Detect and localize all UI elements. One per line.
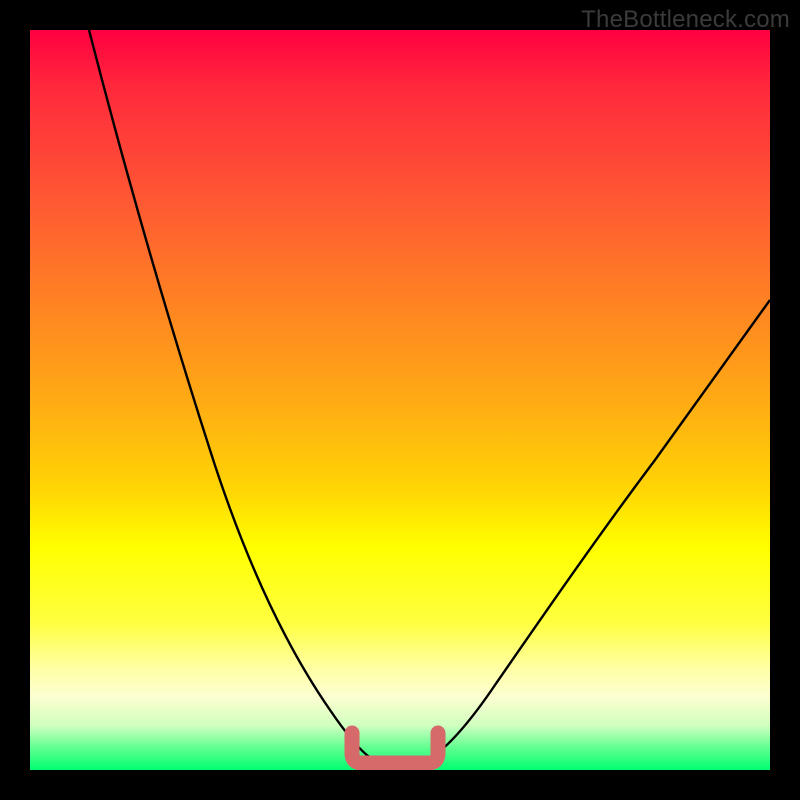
chart-frame: TheBottleneck.com (0, 0, 800, 800)
watermark-label: TheBottleneck.com (581, 6, 790, 34)
plot-area (30, 30, 770, 770)
curve-path (89, 30, 770, 760)
optimal-band-marker (352, 733, 438, 763)
bottleneck-curve (30, 30, 770, 770)
